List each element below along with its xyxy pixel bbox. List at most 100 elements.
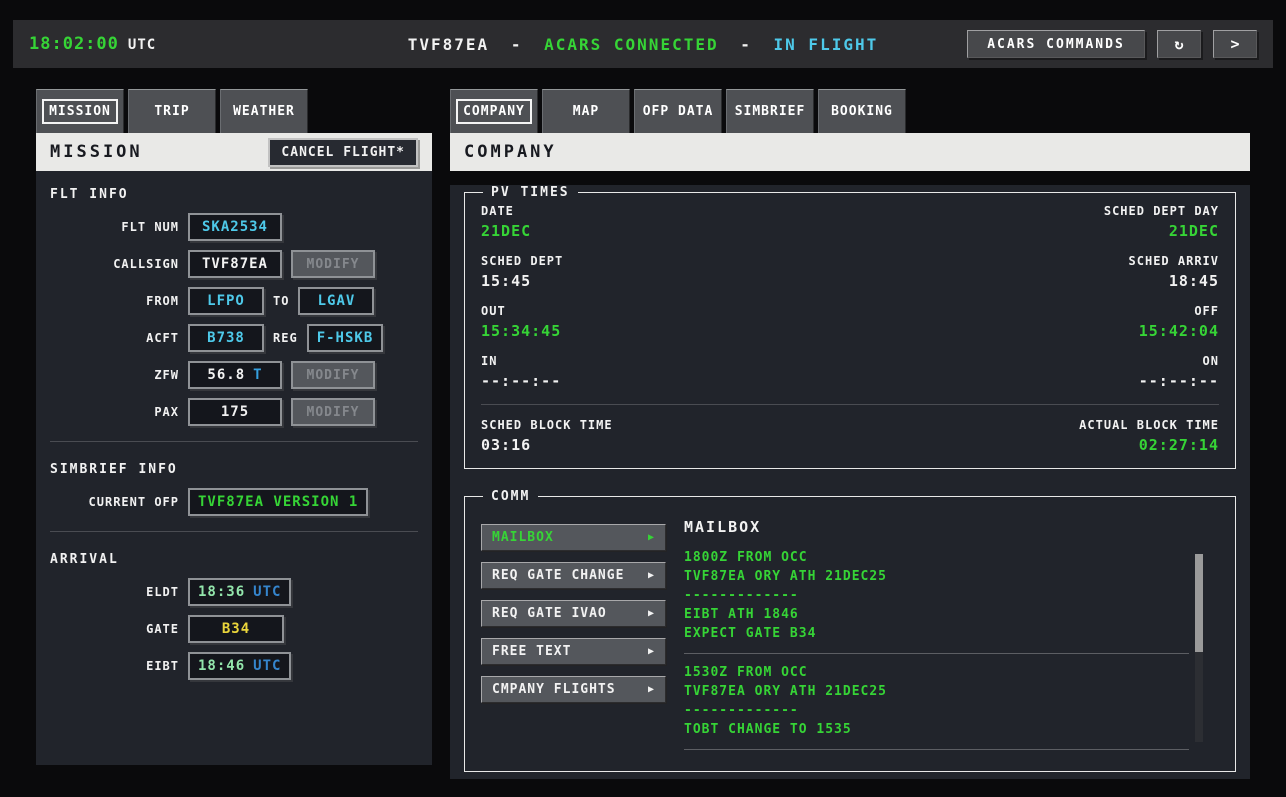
flt-num-value[interactable]: SKA2534 [188, 213, 282, 241]
zfw-label: ZFW [36, 368, 188, 382]
scrollbar-thumb[interactable] [1195, 554, 1203, 652]
current-ofp-label: CURRENT OFP [36, 495, 188, 509]
cancel-flight-button[interactable]: CANCEL FLIGHT* [268, 138, 418, 167]
sched-block-time-value: 03:16 [481, 436, 613, 454]
title-callsign: TVF87EA [408, 35, 489, 54]
clock-unit: UTC [128, 37, 156, 53]
mailbox-scrollbar[interactable] [1195, 554, 1203, 742]
date-label: DATE [481, 204, 531, 218]
eldt-row: ELDT 18:36 UTC [36, 578, 432, 606]
company-panel-body: PV TIMES DATE 21DEC SCHED DEPT DAY 21DEC… [450, 185, 1250, 779]
topbar-actions: ACARS COMMANDS ↻ > [967, 30, 1257, 58]
callsign-value[interactable]: TVF87EA [188, 250, 282, 278]
clock-time: 18:02:00 [29, 34, 119, 54]
acft-text: B738 [207, 330, 245, 346]
mailbox-button-label: MAILBOX [492, 530, 554, 545]
comm-group: COMM MAILBOX ▶ REQ GATE CHANGE ▶ REQ GAT… [464, 489, 1236, 772]
message-line: EXPECT GATE B34 [684, 624, 1189, 643]
section-divider [50, 441, 418, 442]
zfw-text: 56.8 [207, 367, 245, 383]
pv-row-sched: SCHED DEPT 15:45 SCHED ARRIV 18:45 [481, 254, 1219, 290]
message-line: ------------- [684, 701, 1189, 720]
modify-callsign-button[interactable]: MODIFY [291, 250, 375, 278]
tab-trip-label: TRIP [154, 104, 189, 119]
req-gate-change-button[interactable]: REQ GATE CHANGE ▶ [481, 562, 666, 589]
to-value[interactable]: LGAV [298, 287, 374, 315]
from-value[interactable]: LFPO [188, 287, 264, 315]
utc-clock: 18:02:00 UTC [29, 34, 156, 54]
mailbox-button[interactable]: MAILBOX ▶ [481, 524, 666, 551]
eldt-value[interactable]: 18:36 UTC [188, 578, 291, 606]
from-label: FROM [36, 294, 188, 308]
cmpany-flights-button[interactable]: CMPANY FLIGHTS ▶ [481, 676, 666, 703]
pv-cell: SCHED DEPT 15:45 [481, 254, 563, 290]
mission-column: MISSION TRIP WEATHER MISSION CANCEL FLIG… [36, 89, 432, 765]
eibt-row: EIBT 18:46 UTC [36, 652, 432, 680]
pv-cell: OFF 15:42:04 [1139, 304, 1219, 340]
top-bar: 18:02:00 UTC TVF87EA - ACARS CONNECTED -… [13, 20, 1273, 68]
message-line: ------------- [684, 586, 1189, 605]
out-value: 15:34:45 [481, 322, 561, 340]
modify-zfw-button[interactable]: MODIFY [291, 361, 375, 389]
refresh-icon: ↻ [1174, 35, 1183, 53]
free-text-button[interactable]: FREE TEXT ▶ [481, 638, 666, 665]
left-tab-bar: MISSION TRIP WEATHER [36, 89, 432, 133]
comm-button-column: MAILBOX ▶ REQ GATE CHANGE ▶ REQ GATE IVA… [481, 512, 666, 759]
from-text: LFPO [207, 293, 245, 309]
tab-ofp-data[interactable]: OFP DATA [634, 89, 722, 133]
tab-trip[interactable]: TRIP [128, 89, 216, 133]
tab-map[interactable]: MAP [542, 89, 630, 133]
flt-info-section-title: FLT INFO [36, 171, 432, 204]
callsign-row: CALLSIGN TVF87EA MODIFY [36, 250, 432, 278]
mailbox-message-area: MAILBOX 1800Z FROM OCC TVF87EA ORY ATH 2… [666, 512, 1219, 759]
to-label: TO [264, 294, 298, 308]
aircraft-row: ACFT B738 REG F-HSKB [36, 324, 432, 352]
pax-label: PAX [36, 405, 188, 419]
section-divider [50, 531, 418, 532]
pv-cell: SCHED DEPT DAY 21DEC [1104, 204, 1219, 240]
sched-block-time-label: SCHED BLOCK TIME [481, 418, 613, 432]
collapse-panel-button[interactable]: > [1213, 30, 1257, 58]
sched-arriv-value: 18:45 [1129, 272, 1219, 290]
cmpany-flights-label: CMPANY FLIGHTS [492, 682, 616, 697]
tab-mission[interactable]: MISSION [36, 89, 124, 133]
tab-booking-label: BOOKING [831, 104, 893, 119]
acft-value[interactable]: B738 [188, 324, 264, 352]
in-value: --:--:-- [481, 372, 561, 390]
current-ofp-text: TVF87EA VERSION 1 [198, 494, 358, 510]
zfw-value[interactable]: 56.8 T [188, 361, 282, 389]
req-gate-ivao-button[interactable]: REQ GATE IVAO ▶ [481, 600, 666, 627]
eibt-value[interactable]: 18:46 UTC [188, 652, 291, 680]
flt-num-row: FLT NUM SKA2534 [36, 213, 432, 241]
current-ofp-row: CURRENT OFP TVF87EA VERSION 1 [36, 488, 432, 516]
tab-weather-label: WEATHER [233, 104, 295, 119]
eibt-label: EIBT [36, 659, 188, 673]
arrow-right-icon: ▶ [648, 532, 655, 543]
tab-simbrief[interactable]: SIMBRIEF [726, 89, 814, 133]
gate-value[interactable]: B34 [188, 615, 284, 643]
pv-cell: SCHED ARRIV 18:45 [1129, 254, 1219, 290]
mission-panel: MISSION CANCEL FLIGHT* FLT INFO FLT NUM … [36, 133, 432, 765]
reg-value[interactable]: F-HSKB [307, 324, 384, 352]
pax-value[interactable]: 175 [188, 398, 282, 426]
refresh-button[interactable]: ↻ [1157, 30, 1201, 58]
arrow-right-icon: ▶ [648, 570, 655, 581]
mission-panel-header: MISSION CANCEL FLIGHT* [36, 133, 432, 171]
pv-divider [481, 404, 1219, 405]
tab-company[interactable]: COMPANY [450, 89, 538, 133]
pv-cell: OUT 15:34:45 [481, 304, 561, 340]
acars-commands-button[interactable]: ACARS COMMANDS [967, 30, 1145, 58]
tab-weather[interactable]: WEATHER [220, 89, 308, 133]
current-ofp-value[interactable]: TVF87EA VERSION 1 [188, 488, 368, 516]
reg-text: F-HSKB [317, 330, 374, 346]
eldt-label: ELDT [36, 585, 188, 599]
modify-pax-button[interactable]: MODIFY [291, 398, 375, 426]
tab-booking[interactable]: BOOKING [818, 89, 906, 133]
actual-block-time-label: ACTUAL BLOCK TIME [1079, 418, 1219, 432]
pv-row-block-time: SCHED BLOCK TIME 03:16 ACTUAL BLOCK TIME… [481, 418, 1219, 454]
eibt-unit: UTC [253, 658, 281, 674]
message-line: EIBT ATH 1846 [684, 605, 1189, 624]
arrow-right-icon: ▶ [648, 646, 655, 657]
chevron-right-icon: > [1230, 35, 1239, 53]
pv-cell: ACTUAL BLOCK TIME 02:27:14 [1079, 418, 1219, 454]
